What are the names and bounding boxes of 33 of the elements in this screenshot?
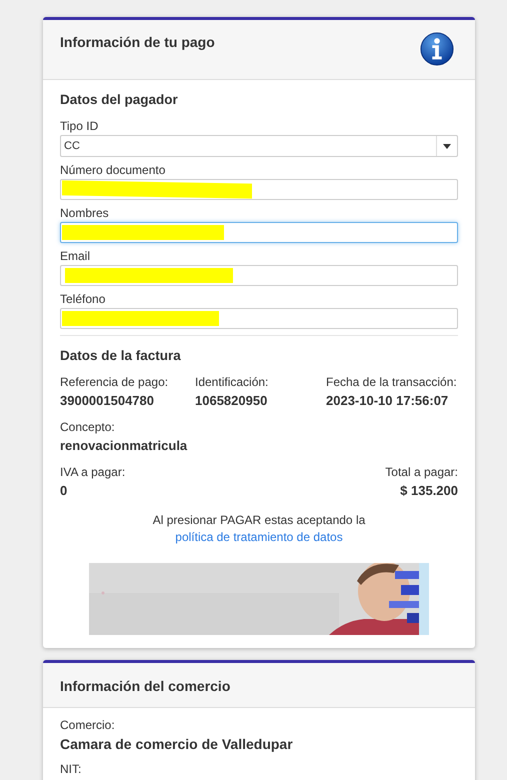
input-field[interactable]: [60, 222, 458, 243]
card-title: Información del comercio: [60, 678, 230, 694]
info-value: 1065820950: [195, 393, 268, 408]
field-label: Nombres: [60, 206, 110, 220]
section-heading: Datos del pagador: [60, 92, 179, 107]
field-label: Email: [60, 249, 92, 263]
info-label: NIT:: [60, 762, 82, 776]
card-title: Información de tu pago: [60, 34, 215, 50]
input-field[interactable]: [60, 308, 458, 329]
terms-text: Al presionar PAGAR estas aceptando la: [152, 512, 366, 529]
info-value: renovacionmatricula: [60, 438, 188, 453]
info-label: Comercio:: [60, 718, 116, 732]
input-field[interactable]: [60, 179, 458, 200]
privacy-policy-link[interactable]: política de tratamiento de datos: [175, 529, 343, 546]
section-heading: Datos de la factura: [60, 348, 182, 363]
info-label: Total a pagar:: [385, 465, 458, 479]
field-label: Tipo ID: [60, 119, 100, 133]
info-label: Referencia de pago:: [60, 375, 170, 389]
info-label: Fecha de la transacción:: [326, 375, 458, 389]
field-label: Número documento: [60, 163, 166, 177]
info-label: Identificación:: [195, 375, 270, 389]
info-label: IVA a pagar:: [60, 465, 126, 479]
info-value: Camara de comercio de Valledupar: [60, 736, 294, 752]
info-value: 0: [60, 483, 68, 498]
field-label: Teléfono: [60, 292, 106, 306]
total-amount: $ 135.200: [399, 483, 458, 498]
info-icon: [420, 32, 454, 66]
input-field[interactable]: [60, 265, 458, 286]
info-label: Concepto:: [60, 420, 116, 434]
info-value: 3900001504780: [60, 393, 155, 408]
select-field[interactable]: CC: [60, 135, 458, 157]
info-value: 2023-10-10 17:56:07: [326, 393, 450, 408]
caret-icon: [443, 144, 451, 148]
